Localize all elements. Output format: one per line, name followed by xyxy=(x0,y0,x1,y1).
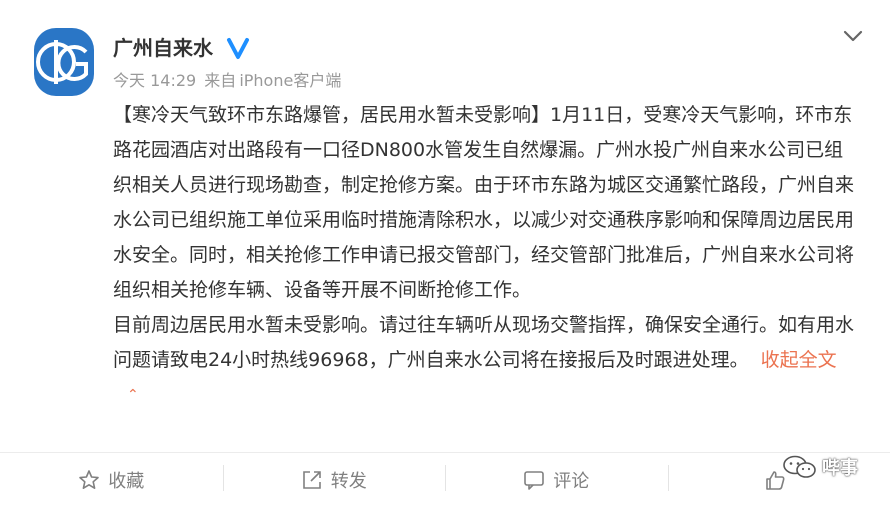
post-source: iPhone客户端 xyxy=(239,71,342,90)
chevron-down-icon[interactable] xyxy=(842,28,864,44)
post-timestamp[interactable]: 今天 14:29 xyxy=(113,71,196,90)
post-meta: 今天 14:29 来自 iPhone客户端 xyxy=(113,70,344,92)
username[interactable]: 广州自来水 xyxy=(113,35,213,61)
action-toolbar: 收藏 转发 评论 xyxy=(0,453,890,506)
verified-badge-icon xyxy=(226,36,250,60)
favorite-label: 收藏 xyxy=(108,470,145,492)
source-prefix: 来自 xyxy=(204,71,237,90)
comment-button[interactable]: 评论 xyxy=(445,453,668,506)
watermark: 哔事 xyxy=(782,452,858,482)
wechat-icon xyxy=(783,455,816,478)
favorite-button[interactable]: 收藏 xyxy=(0,453,223,506)
repost-icon xyxy=(302,470,321,489)
chevron-up-icon: ⌃ xyxy=(127,387,139,403)
collapse-label: 收起全文 xyxy=(760,349,837,371)
repost-button[interactable]: 转发 xyxy=(222,453,446,506)
post-paragraph: 【寒冷天气致环市东路爆管，居民用水暂未受影响】1月11日，受寒冷天气影响，环市东… xyxy=(113,104,855,301)
star-icon xyxy=(79,469,100,489)
weibo-post-card: 广州自来水 今天 14:29 来自 iPhone客户端 【寒冷天气致环市东路爆管，… xyxy=(0,0,890,506)
post-paragraph-text: 目前周边居民用水暂未受影响。请过往车辆听从现场交警指挥，确保安全通行。如有用水问… xyxy=(113,314,855,371)
comment-icon xyxy=(524,470,545,490)
repost-label: 转发 xyxy=(330,470,367,492)
user-avatar[interactable] xyxy=(32,26,96,98)
comment-label: 评论 xyxy=(553,470,590,492)
post-body: 【寒冷天气致环市东路爆管，居民用水暂未受影响】1月11日，受寒冷天气影响，环市东… xyxy=(113,98,858,415)
logo-avatar xyxy=(34,28,94,96)
watermark-text: 哔事 xyxy=(822,458,858,479)
post-paragraph: 目前周边居民用水暂未受影响。请过往车辆听从现场交警指挥，确保安全通行。如有用水问… xyxy=(113,308,858,415)
